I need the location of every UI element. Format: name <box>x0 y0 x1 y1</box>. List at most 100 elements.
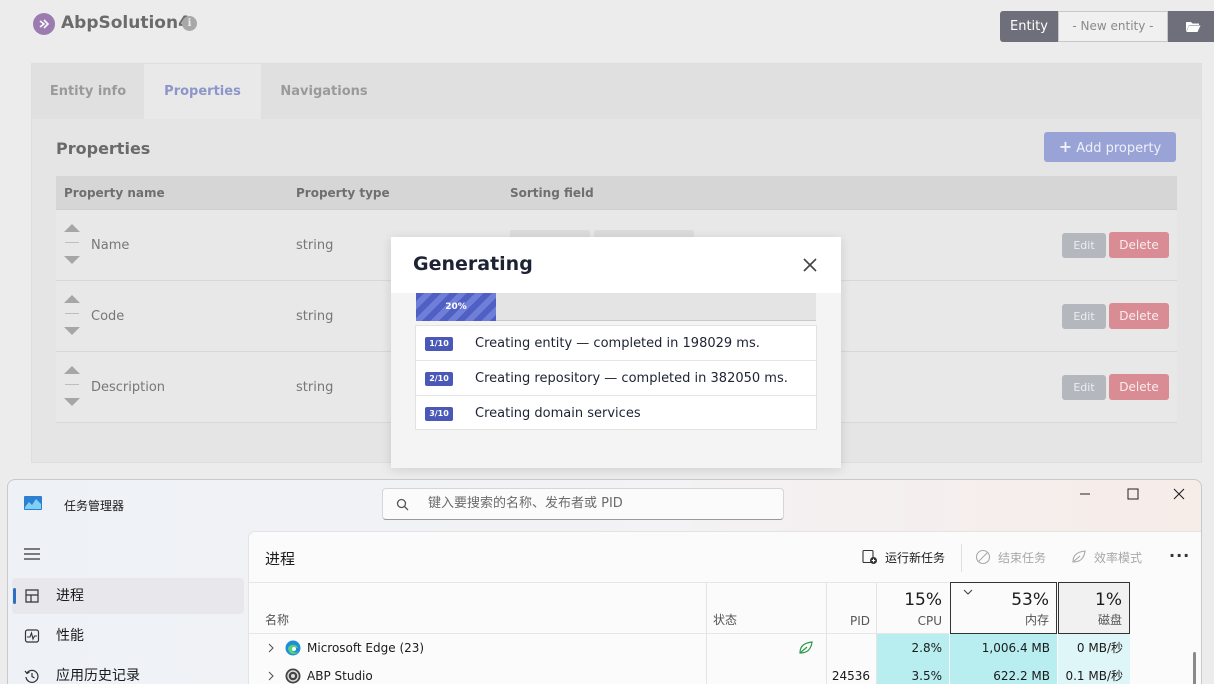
folder-open-button[interactable] <box>1167 11 1214 42</box>
table-row[interactable]: Microsoft Edge (23) 2.8% 1,006.4 MB 0 MB… <box>249 634 1189 662</box>
hamburger-menu-icon[interactable] <box>24 548 40 560</box>
delete-button[interactable]: Delete <box>1109 374 1169 400</box>
col-disk-label: 磁盘 <box>1097 613 1122 627</box>
col-name-label: 名称 <box>265 613 290 627</box>
move-up-icon[interactable] <box>64 224 80 232</box>
move-down-icon[interactable] <box>64 398 80 406</box>
end-task-label: 结束任务 <box>998 550 1047 565</box>
process-memory: 622.2 MB <box>950 662 1057 684</box>
window-title: 任务管理器 <box>64 499 125 513</box>
process-name: ABP Studio <box>307 669 373 683</box>
abp-logo-icon <box>33 13 55 35</box>
scrollbar[interactable] <box>1193 652 1196 684</box>
col-header-disk[interactable]: 1% 磁盘 <box>1058 582 1130 634</box>
step-text: Creating entity — completed in 198029 ms… <box>475 336 760 351</box>
col-header-pid[interactable]: PID <box>827 582 876 634</box>
step-text: Creating domain services <box>475 406 641 421</box>
efficiency-icon <box>1072 550 1086 563</box>
end-task-button[interactable]: 结束任务 <box>975 546 1046 568</box>
list-item: 1/10 Creating entity — completed in 1980… <box>416 326 816 361</box>
info-icon[interactable]: i <box>182 16 197 31</box>
edit-button[interactable]: Edit <box>1062 304 1106 329</box>
drag-line <box>65 242 79 243</box>
chevron-right-icon[interactable] <box>267 643 275 653</box>
process-cpu: 3.5% <box>877 662 949 684</box>
tab-entity-info[interactable]: Entity info <box>32 64 144 119</box>
property-type: string <box>296 309 334 324</box>
process-disk: 0 MB/秒 <box>1058 634 1130 662</box>
chevron-right-icon[interactable] <box>267 671 275 681</box>
move-down-icon[interactable] <box>64 256 80 264</box>
property-name: Name <box>91 238 130 253</box>
sidebar-item-label: 应用历史记录 <box>56 668 140 684</box>
abp-studio-icon <box>285 668 301 684</box>
tab-properties[interactable]: Properties <box>144 64 261 119</box>
col-header-status[interactable]: 状态 <box>707 582 826 634</box>
sort-descending-icon <box>963 589 973 595</box>
property-name: Description <box>91 380 166 395</box>
generating-modal: Generating 20% 1/10 Creating entity — co… <box>391 237 841 468</box>
app-header: AbpSolution4 i Entity - New entity - <box>0 0 1214 60</box>
tab-navigations[interactable]: Navigations <box>261 64 387 119</box>
efficiency-leaf-icon <box>799 641 813 654</box>
process-disk: 0.1 MB/秒 <box>1058 662 1130 684</box>
edit-button[interactable]: Edit <box>1062 375 1106 400</box>
properties-title: Properties <box>56 139 151 158</box>
delete-button[interactable]: Delete <box>1109 303 1169 329</box>
table-row[interactable]: ABP Studio 24536 3.5% 622.2 MB 0.1 MB/秒 <box>249 662 1189 684</box>
search-icon <box>396 498 409 511</box>
performance-icon <box>24 629 40 643</box>
col-cpu-label: CPU <box>917 614 942 628</box>
minimize-icon[interactable] <box>1070 484 1100 504</box>
efficiency-mode-button[interactable]: 效率模式 <box>1071 546 1142 568</box>
properties-table-header: Property name Property type Sorting fiel… <box>56 176 1177 210</box>
processes-icon <box>25 589 39 603</box>
reorder-handle[interactable] <box>63 364 81 410</box>
delete-button[interactable]: Delete <box>1109 232 1169 258</box>
close-icon[interactable] <box>801 256 819 274</box>
col-pid-label: PID <box>849 614 870 628</box>
progress-fill: 20% <box>416 293 496 321</box>
process-memory: 1,006.4 MB <box>950 634 1057 662</box>
process-name: Microsoft Edge (23) <box>307 641 425 655</box>
property-type: string <box>296 238 334 253</box>
active-indicator <box>13 588 16 604</box>
disk-total: 1% <box>1095 590 1122 610</box>
list-item: 3/10 Creating domain services <box>416 396 816 429</box>
col-header-cpu[interactable]: 15% CPU <box>877 582 949 634</box>
more-options-icon[interactable]: ··· <box>1169 546 1190 565</box>
col-memory-label: 内存 <box>1024 613 1049 627</box>
col-header-name[interactable]: 名称 <box>249 582 706 634</box>
cpu-total: 15% <box>904 590 942 610</box>
sidebar-item-app-history[interactable]: 应用历史记录 <box>8 658 244 684</box>
col-status-label: 状态 <box>713 613 738 627</box>
solution-title: AbpSolution4 <box>61 13 190 33</box>
col-header-memory[interactable]: 53% 内存 <box>950 582 1057 634</box>
col-sorting-field: Sorting field <box>510 186 594 200</box>
modal-header: Generating <box>391 237 841 293</box>
process-cpu: 2.8% <box>877 634 949 662</box>
sidebar-item-performance[interactable]: 性能 <box>8 618 244 654</box>
maximize-icon[interactable] <box>1118 484 1148 504</box>
toolbar-divider <box>961 544 962 572</box>
entity-select[interactable]: - New entity - <box>1057 11 1168 42</box>
history-icon <box>24 669 39 683</box>
search-input[interactable]: 键入要搜索的名称、发布者或 PID <box>382 488 784 520</box>
move-down-icon[interactable] <box>64 327 80 335</box>
window-close-icon[interactable] <box>1164 484 1194 504</box>
sidebar-item-processes[interactable]: 进程 <box>12 578 244 614</box>
entity-selector-group: Entity - New entity - <box>1000 11 1214 42</box>
property-name: Code <box>91 309 125 324</box>
step-badge: 2/10 <box>425 372 453 386</box>
move-up-icon[interactable] <box>64 366 80 374</box>
reorder-handle[interactable] <box>63 293 81 339</box>
step-badge: 1/10 <box>425 337 453 351</box>
edit-button[interactable]: Edit <box>1062 233 1106 258</box>
move-up-icon[interactable] <box>64 295 80 303</box>
process-pid: 24536 <box>831 669 870 683</box>
generation-steps: 1/10 Creating entity — completed in 1980… <box>415 325 817 430</box>
reorder-handle[interactable] <box>63 222 81 268</box>
run-new-task-button[interactable]: 运行新任务 <box>862 546 945 568</box>
sidebar-item-label: 性能 <box>56 628 84 644</box>
add-property-button[interactable]: + Add property <box>1044 132 1176 162</box>
